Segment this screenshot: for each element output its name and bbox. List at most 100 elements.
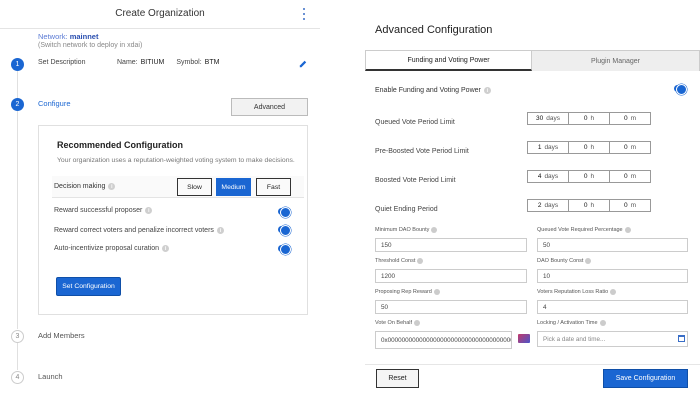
period-label: Quiet Ending Period (375, 206, 438, 213)
hours-value[interactable]: 0 (584, 202, 588, 209)
field-label-text: Threshold Const (375, 258, 416, 264)
step-label[interactable]: Configure (38, 99, 71, 108)
voters-reputation-loss-input[interactable]: 4 (537, 300, 688, 314)
more-options-icon[interactable] (300, 8, 308, 20)
minutes-value[interactable]: 0 (624, 144, 628, 151)
info-icon[interactable] (431, 227, 438, 233)
decision-making-row: Decision making i Slow Medium Fast (52, 176, 304, 198)
save-configuration-button[interactable]: Save Configuration (603, 369, 688, 388)
info-icon[interactable]: i (162, 245, 170, 252)
toggle-row: Reward successful proposer i (54, 207, 153, 214)
boosted-vote-period-input[interactable]: 4 days 0h 0m (527, 170, 651, 183)
hours-unit: h (590, 115, 595, 122)
info-icon[interactable]: i (216, 227, 224, 234)
enable-funding-row: Enable Funding and Voting Power i (375, 87, 491, 94)
speed-option-fast[interactable]: Fast (256, 178, 291, 196)
hours-value[interactable]: 0 (584, 115, 588, 122)
info-icon[interactable] (610, 289, 617, 295)
locking-activation-time-input[interactable]: Pick a date and time... (537, 331, 688, 347)
info-icon[interactable] (414, 320, 420, 326)
days-unit: days (546, 115, 560, 122)
step-description-row: Set Description Name: BITIUM Symbol: BTM (38, 59, 219, 66)
minutes-unit: m (630, 173, 637, 180)
days-unit: days (544, 144, 559, 151)
info-icon[interactable]: i (108, 183, 116, 190)
minutes-value[interactable]: 0 (624, 173, 628, 180)
hours-unit: h (590, 144, 595, 151)
info-icon[interactable] (624, 227, 631, 233)
info-icon[interactable] (599, 320, 606, 326)
toggle-row: Reward correct voters and penalize incor… (54, 227, 224, 234)
info-icon[interactable]: i (145, 207, 153, 214)
config-tabs: Funding and Voting Power Plugin Manager (365, 50, 700, 71)
step-1-number[interactable]: 1 (11, 58, 24, 71)
days-value[interactable]: 1 (538, 144, 542, 151)
panel-header: Create Organization (0, 0, 320, 29)
period-label: Boosted Vote Period Limit (375, 177, 456, 184)
pre-boosted-period-input[interactable]: 1 days 0h 0m (527, 141, 651, 154)
info-icon[interactable] (417, 258, 424, 264)
toggle-label: Auto-incentivize proposal curation (54, 245, 160, 252)
toggle-label: Reward correct voters and penalize incor… (54, 227, 214, 234)
enable-funding-label: Enable Funding and Voting Power (375, 87, 481, 94)
toggle-label: Reward successful proposer (54, 207, 143, 214)
page-title: Create Organization (115, 8, 205, 19)
proposing-rep-reward-input[interactable]: 50 (375, 300, 527, 314)
field-label: Locking / Activation Time (537, 320, 606, 326)
info-icon[interactable]: i (483, 87, 491, 94)
reward-proposer-toggle[interactable] (278, 207, 291, 218)
minutes-value[interactable]: 0 (624, 202, 628, 209)
recommended-configuration-card: Recommended Configuration Your organizat… (38, 125, 308, 315)
info-icon[interactable] (433, 289, 440, 295)
vote-on-behalf-input[interactable]: 0x00000000000000000000000000000000000000… (375, 331, 512, 349)
toggle-row: Auto-incentivize proposal curation i (54, 245, 170, 252)
hours-value[interactable]: 0 (584, 173, 588, 180)
quiet-ending-period-input[interactable]: 2 days 0h 0m (527, 199, 651, 212)
minutes-value[interactable]: 0 (624, 115, 628, 122)
org-name-value: BITIUM (140, 59, 165, 66)
step-label[interactable]: Launch (38, 372, 63, 381)
hours-value[interactable]: 0 (584, 144, 588, 151)
reward-voters-toggle[interactable] (278, 225, 291, 236)
minutes-unit: m (630, 202, 637, 209)
speed-option-slow[interactable]: Slow (177, 178, 212, 196)
reset-button[interactable]: Reset (376, 369, 419, 388)
days-unit: days (544, 202, 559, 209)
field-label: Threshold Const (375, 258, 424, 264)
step-4-number[interactable]: 4 (11, 371, 24, 384)
network-hint: (Switch network to deploy in xdai) (38, 42, 143, 49)
info-icon[interactable] (585, 258, 592, 264)
panel-title: Advanced Configuration (375, 24, 493, 36)
threshold-const-input[interactable]: 1200 (375, 269, 527, 283)
minutes-unit: m (630, 115, 637, 122)
step-3-number[interactable]: 3 (11, 330, 24, 343)
tab-plugin-manager[interactable]: Plugin Manager (532, 50, 700, 71)
auto-incentivize-toggle[interactable] (278, 244, 291, 255)
set-configuration-button[interactable]: Set Configuration (56, 277, 121, 296)
step-label[interactable]: Add Members (38, 331, 85, 340)
days-value[interactable]: 30 (536, 115, 543, 122)
step-label[interactable]: Set Description (38, 59, 117, 66)
days-unit: days (544, 173, 559, 180)
step-2-number[interactable]: 2 (11, 98, 24, 111)
queued-vote-period-input[interactable]: 30 days 0h 0m (527, 112, 651, 125)
enable-funding-toggle[interactable] (674, 84, 687, 95)
edit-pencil-icon[interactable] (299, 60, 307, 68)
tab-funding-voting-power[interactable]: Funding and Voting Power (365, 50, 532, 71)
field-label: Proposing Rep Reward (375, 289, 440, 295)
hours-unit: h (590, 202, 595, 209)
network-value[interactable]: mainnet (70, 32, 99, 41)
calendar-icon[interactable] (678, 335, 685, 342)
field-label-text: Minimum DAO Bounty (375, 227, 430, 233)
dao-bounty-const-input[interactable]: 10 (537, 269, 688, 283)
days-value[interactable]: 4 (538, 173, 542, 180)
minimum-dao-bounty-input[interactable]: 150 (375, 238, 527, 252)
queued-vote-percentage-input[interactable]: 50 (537, 238, 688, 252)
step-connector (17, 343, 18, 370)
days-value[interactable]: 2 (538, 202, 542, 209)
period-label: Queued Vote Period Limit (375, 119, 455, 126)
card-title: Recommended Configuration (57, 140, 184, 150)
address-avatar-icon (518, 334, 530, 343)
advanced-button[interactable]: Advanced (231, 98, 308, 116)
speed-option-medium[interactable]: Medium (216, 178, 251, 196)
